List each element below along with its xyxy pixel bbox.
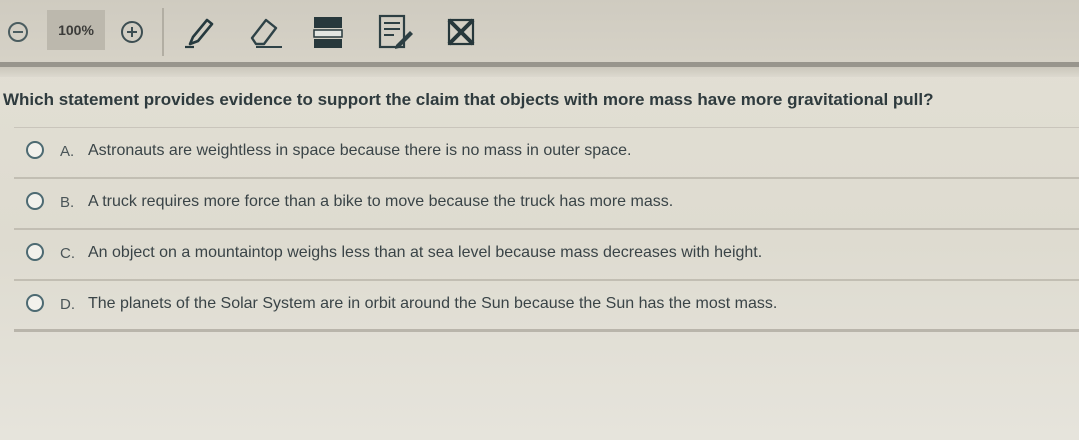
choice-text: A truck requires more force than a bike … (88, 193, 674, 210)
choice-text: The planets of the Solar System are in o… (88, 295, 778, 312)
choice-text: Astronauts are weightless in space becau… (88, 142, 632, 159)
radio-button[interactable] (26, 141, 44, 159)
radio-button[interactable] (26, 294, 44, 312)
toolbar-shadow (0, 67, 1079, 77)
toolbar: 100% (0, 0, 1079, 62)
choice-b[interactable]: B. A truck requires more force than a bi… (14, 179, 1079, 230)
choice-d[interactable]: D. The planets of the Solar System are i… (14, 281, 1079, 332)
notepad-icon[interactable] (374, 12, 416, 52)
toolbar-divider (162, 8, 164, 56)
answer-eliminator-icon[interactable] (442, 12, 480, 52)
zoom-out-icon[interactable] (4, 12, 32, 52)
choice-letter: D. (60, 296, 75, 313)
choice-c[interactable]: C. An object on a mountaintop weighs les… (14, 230, 1079, 281)
eraser-icon[interactable] (244, 12, 286, 52)
choice-a[interactable]: A. Astronauts are weightless in space be… (14, 128, 1079, 179)
answer-choices: A. Astronauts are weightless in space be… (14, 127, 1079, 332)
radio-button[interactable] (26, 243, 44, 261)
choice-letter: C. (60, 245, 75, 262)
pencil-icon[interactable] (180, 12, 220, 52)
zoom-in-icon[interactable] (118, 12, 146, 52)
line-reader-icon[interactable] (308, 12, 348, 52)
zoom-level: 100% (47, 10, 105, 50)
choice-text: An object on a mountaintop weighs less t… (88, 244, 763, 261)
question-text: Which statement provides evidence to sup… (3, 90, 934, 109)
choice-letter: A. (60, 143, 75, 160)
choice-letter: B. (60, 194, 75, 211)
radio-button[interactable] (26, 192, 44, 210)
